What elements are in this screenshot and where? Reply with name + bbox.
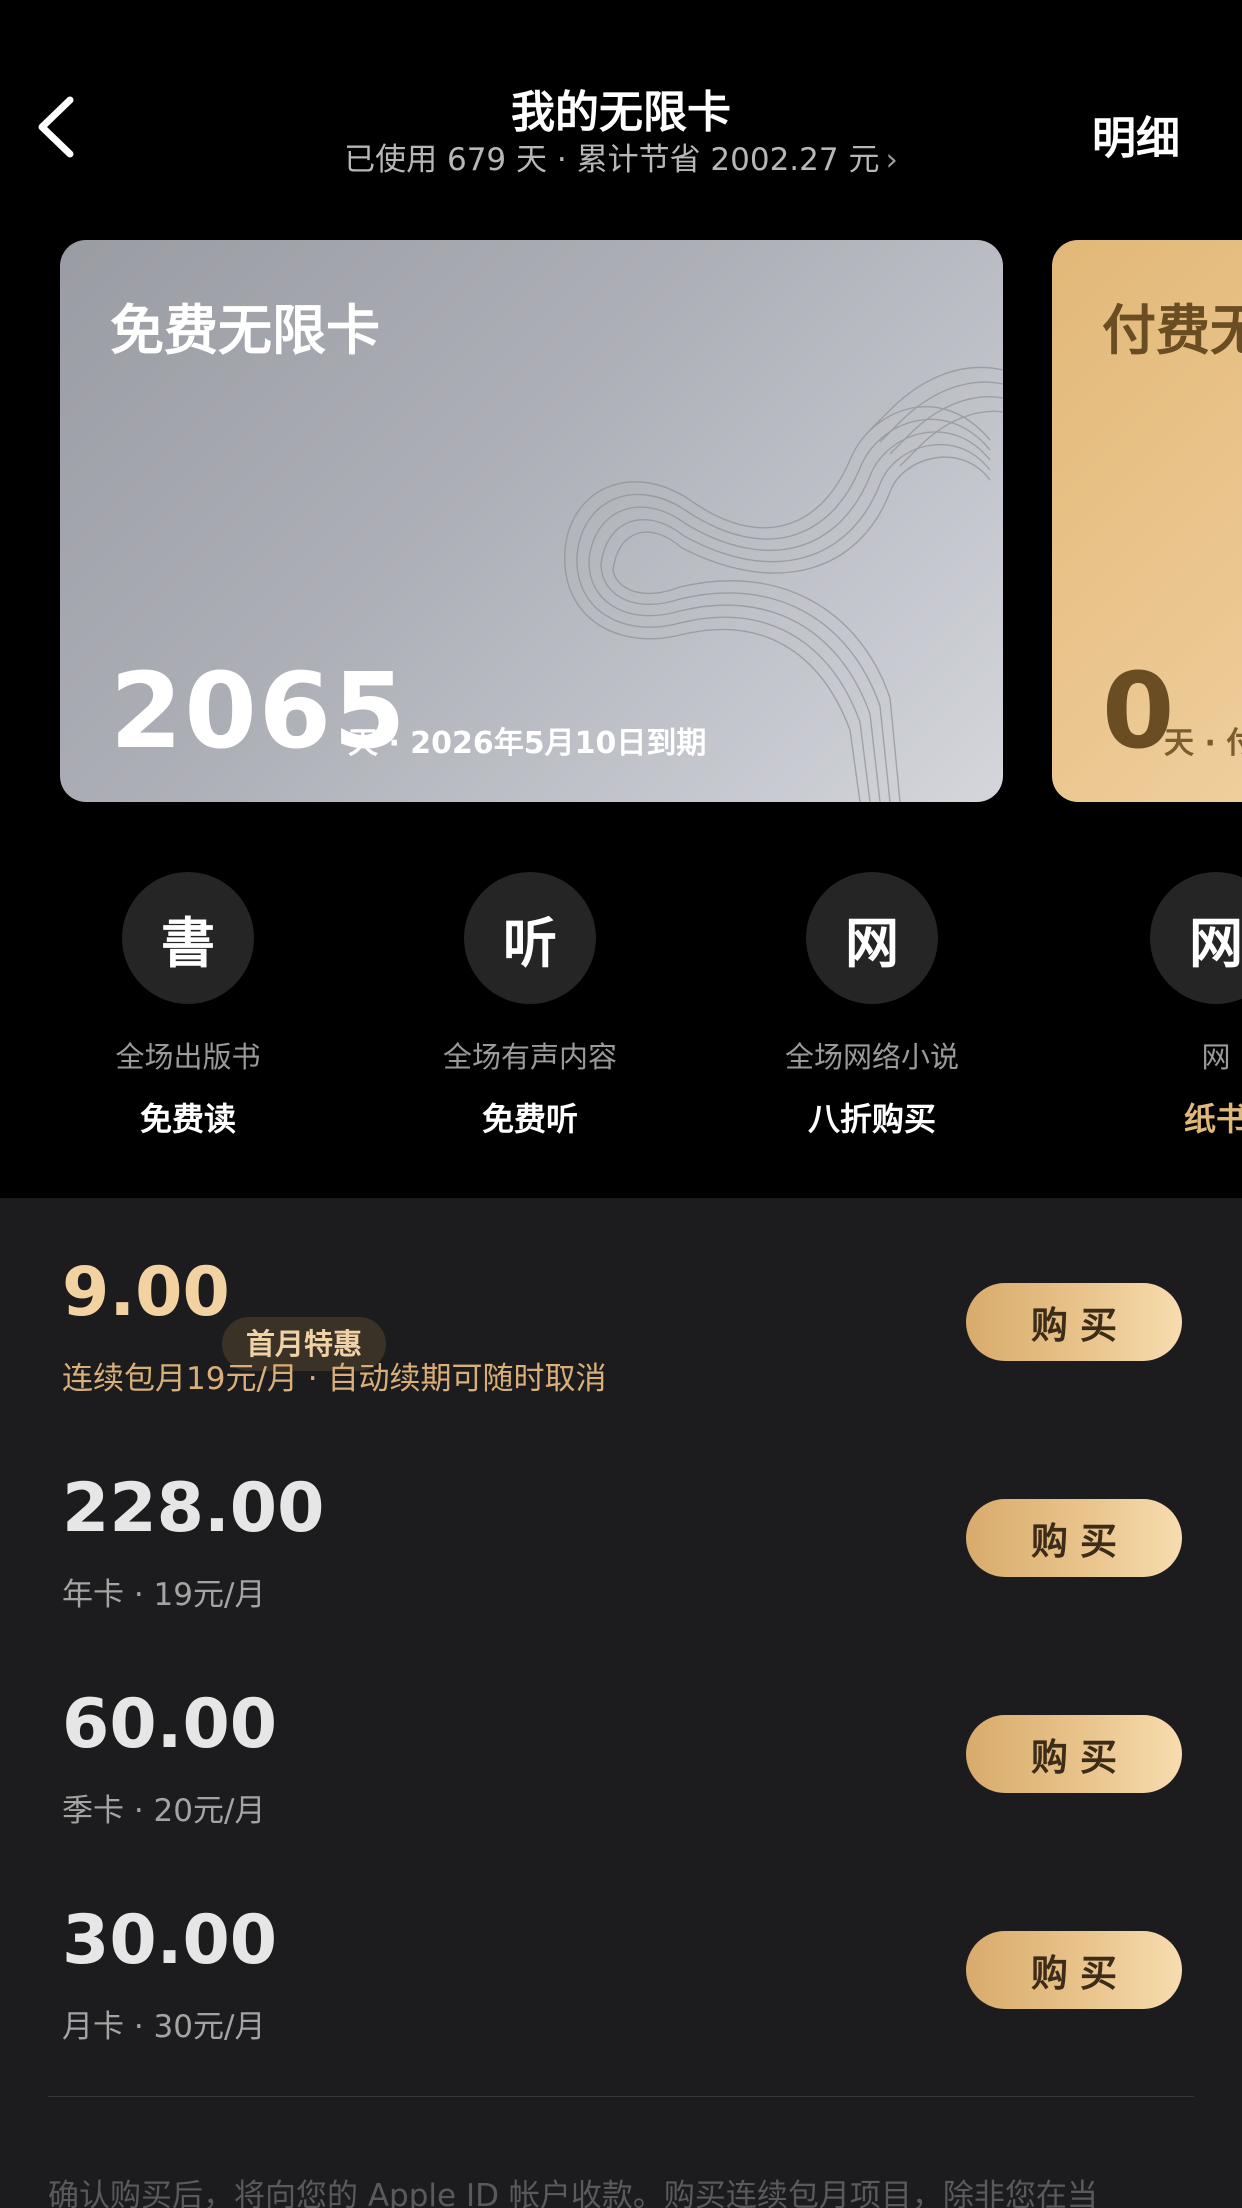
option-desc: 连续包月19元/月 · 自动续期可随时取消 xyxy=(62,1361,607,1397)
paid-unlimited-card[interactable]: 付费无 0 天 · 付 xyxy=(1052,240,1242,802)
chevron-right-icon: › xyxy=(885,142,898,178)
benefit-desc: 全场网络小说 xyxy=(784,1040,959,1074)
buy-button[interactable]: 购买 xyxy=(966,1499,1182,1577)
option-price: 30.00 xyxy=(62,1901,278,1980)
audio-icon: 听 xyxy=(464,872,596,1004)
benefit-paper-books[interactable]: 网 网 纸书 xyxy=(1086,872,1242,1140)
web-icon: 网 xyxy=(1150,872,1242,1004)
card-name: 免费无限卡 xyxy=(110,298,380,362)
benefit-desc: 全场有声内容 xyxy=(442,1040,617,1074)
benefit-desc: 网 xyxy=(1201,1040,1231,1074)
benefit-books[interactable]: 書 全场出版书 免费读 xyxy=(58,872,318,1140)
option-desc: 季卡 · 20元/月 xyxy=(62,1793,266,1829)
web-novel-icon: 网 xyxy=(806,872,938,1004)
page-title: 我的无限卡 xyxy=(511,87,731,138)
card-name: 付费无 xyxy=(1102,298,1242,362)
book-icon: 書 xyxy=(122,872,254,1004)
benefit-tag: 纸书 xyxy=(1183,1100,1242,1138)
buy-button[interactable]: 购买 xyxy=(966,1715,1182,1793)
benefit-tag: 免费听 xyxy=(481,1100,578,1138)
usage-summary-link[interactable]: 已使用 679 天 · 累计节省 2002.27 元 › xyxy=(0,134,1242,179)
detail-button[interactable]: 明细 xyxy=(1092,102,1180,166)
purchase-option-quarter: 60.00 季卡 · 20元/月 购买 xyxy=(0,1685,1242,1865)
option-desc: 月卡 · 30元/月 xyxy=(62,2009,266,2045)
purchase-option-month: 30.00 月卡 · 30元/月 购买 xyxy=(0,1901,1242,2081)
benefit-web-novels[interactable]: 网 全场网络小说 八折购买 xyxy=(742,872,1002,1140)
usage-summary-text: 已使用 679 天 · 累计节省 2002.27 元 xyxy=(344,142,880,178)
buy-button[interactable]: 购买 xyxy=(966,1931,1182,2009)
divider xyxy=(48,2096,1194,2097)
unlimited-card-page: 我的无限卡 已使用 679 天 · 累计节省 2002.27 元 › 明细 免费无… xyxy=(0,0,1242,2208)
card-expiry: 天 · 付 xyxy=(1164,726,1242,761)
purchase-option-year: 228.00 年卡 · 19元/月 购买 xyxy=(0,1469,1242,1649)
benefit-tag: 八折购买 xyxy=(807,1100,936,1138)
option-price: 60.00 xyxy=(62,1685,278,1764)
option-desc: 年卡 · 19元/月 xyxy=(62,1577,266,1613)
purchase-panel: 9.00 首月特惠 连续包月19元/月 · 自动续期可随时取消 购买 228.0… xyxy=(0,1198,1242,2208)
buy-button[interactable]: 购买 xyxy=(966,1283,1182,1361)
benefit-desc: 全场出版书 xyxy=(115,1040,261,1074)
benefit-audio[interactable]: 听 全场有声内容 免费听 xyxy=(400,872,660,1140)
benefit-tag: 免费读 xyxy=(139,1100,236,1138)
free-unlimited-card[interactable]: 免费无限卡 2065 天 · 2026年5月10日到期 xyxy=(60,240,1003,802)
purchase-option-first-month: 9.00 首月特惠 连续包月19元/月 · 自动续期可随时取消 购买 xyxy=(0,1253,1242,1433)
option-price: 228.00 xyxy=(62,1469,325,1548)
payment-notice: 确认购买后，将向您的 Apple ID 帐户收款。购买连续包月项目，除非您在当 xyxy=(48,2178,1098,2208)
card-expiry: 天 · 2026年5月10日到期 xyxy=(348,726,707,761)
option-price: 9.00 xyxy=(62,1253,230,1332)
